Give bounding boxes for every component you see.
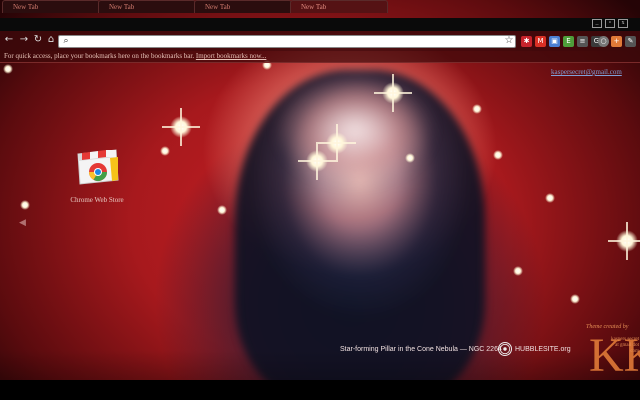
star <box>570 294 580 304</box>
star <box>20 200 30 210</box>
evernote-extension-icon[interactable]: E <box>563 36 574 47</box>
app-chrome-web-store[interactable]: Chrome Web Store <box>66 140 128 210</box>
star <box>616 230 638 252</box>
theme-signature: kaspers secret at gmail dot com <box>611 337 639 354</box>
plus-extension-icon[interactable]: + <box>611 36 622 47</box>
import-bookmarks-link[interactable]: Import bookmarks now... <box>196 52 267 60</box>
tab-strip <box>0 18 640 31</box>
address-input[interactable] <box>74 36 494 46</box>
bottom-bar <box>0 380 640 400</box>
hubblesite-link[interactable]: HUBBLESITE.org <box>515 346 571 353</box>
bookmarks-bar-message: For quick access, place your bookmarks h… <box>4 52 266 61</box>
nebula-pillar-glow <box>250 60 460 220</box>
chrome-web-store-icon <box>77 149 119 185</box>
bookmarks-hint: For quick access, place your bookmarks h… <box>4 52 195 60</box>
app-label: Chrome Web Store <box>70 196 124 204</box>
previous-page-arrow-icon[interactable]: ◀ <box>19 218 26 228</box>
reload-icon[interactable]: ↻ <box>31 33 45 47</box>
star <box>217 205 227 215</box>
tab-title: New Tab <box>205 3 231 11</box>
forward-icon[interactable]: → <box>17 33 31 47</box>
wrench-menu-icon[interactable]: ✎ <box>625 36 636 47</box>
star <box>382 82 404 104</box>
gmail-extension-icon[interactable]: M <box>535 36 546 47</box>
search-icon: ⌕ <box>63 36 69 46</box>
star <box>493 150 503 160</box>
close-button[interactable]: x <box>618 19 628 28</box>
reader-extension-icon[interactable]: ≡ <box>577 36 588 47</box>
browser-window: New Tab New Tab New Tab New Tab _ ▫ x ← … <box>0 0 640 400</box>
hubble-logo-icon[interactable] <box>498 342 512 356</box>
tab-title: New Tab <box>109 3 135 11</box>
bookmark-star-icon[interactable]: ☆ <box>503 35 515 47</box>
star <box>472 104 482 114</box>
star <box>545 193 555 203</box>
star <box>405 153 415 163</box>
back-icon[interactable]: ← <box>2 33 16 47</box>
star <box>326 132 348 154</box>
star <box>513 266 523 276</box>
star <box>160 146 170 156</box>
user-email-link[interactable]: kaspersecret@gmail.com <box>551 68 622 76</box>
tab-active[interactable]: New Tab <box>290 0 388 13</box>
tab-title: New Tab <box>301 3 327 11</box>
tab[interactable]: New Tab <box>194 0 292 13</box>
image-caption: Star-forming Pillar in the Cone Nebula —… <box>340 346 502 353</box>
tab[interactable]: New Tab <box>98 0 196 13</box>
restore-button[interactable]: ▫ <box>605 19 615 28</box>
pinterest-extension-icon[interactable]: ✱ <box>521 36 532 47</box>
tab-title: New Tab <box>13 3 39 11</box>
minimize-button[interactable]: _ <box>592 19 602 28</box>
star <box>3 64 13 74</box>
star <box>170 116 192 138</box>
circle-extension-icon[interactable]: ○ <box>598 36 609 47</box>
star <box>306 150 328 172</box>
home-icon[interactable]: ⌂ <box>44 33 58 47</box>
tab[interactable]: New Tab <box>2 0 100 13</box>
screenshot-extension-icon[interactable]: ▣ <box>549 36 560 47</box>
